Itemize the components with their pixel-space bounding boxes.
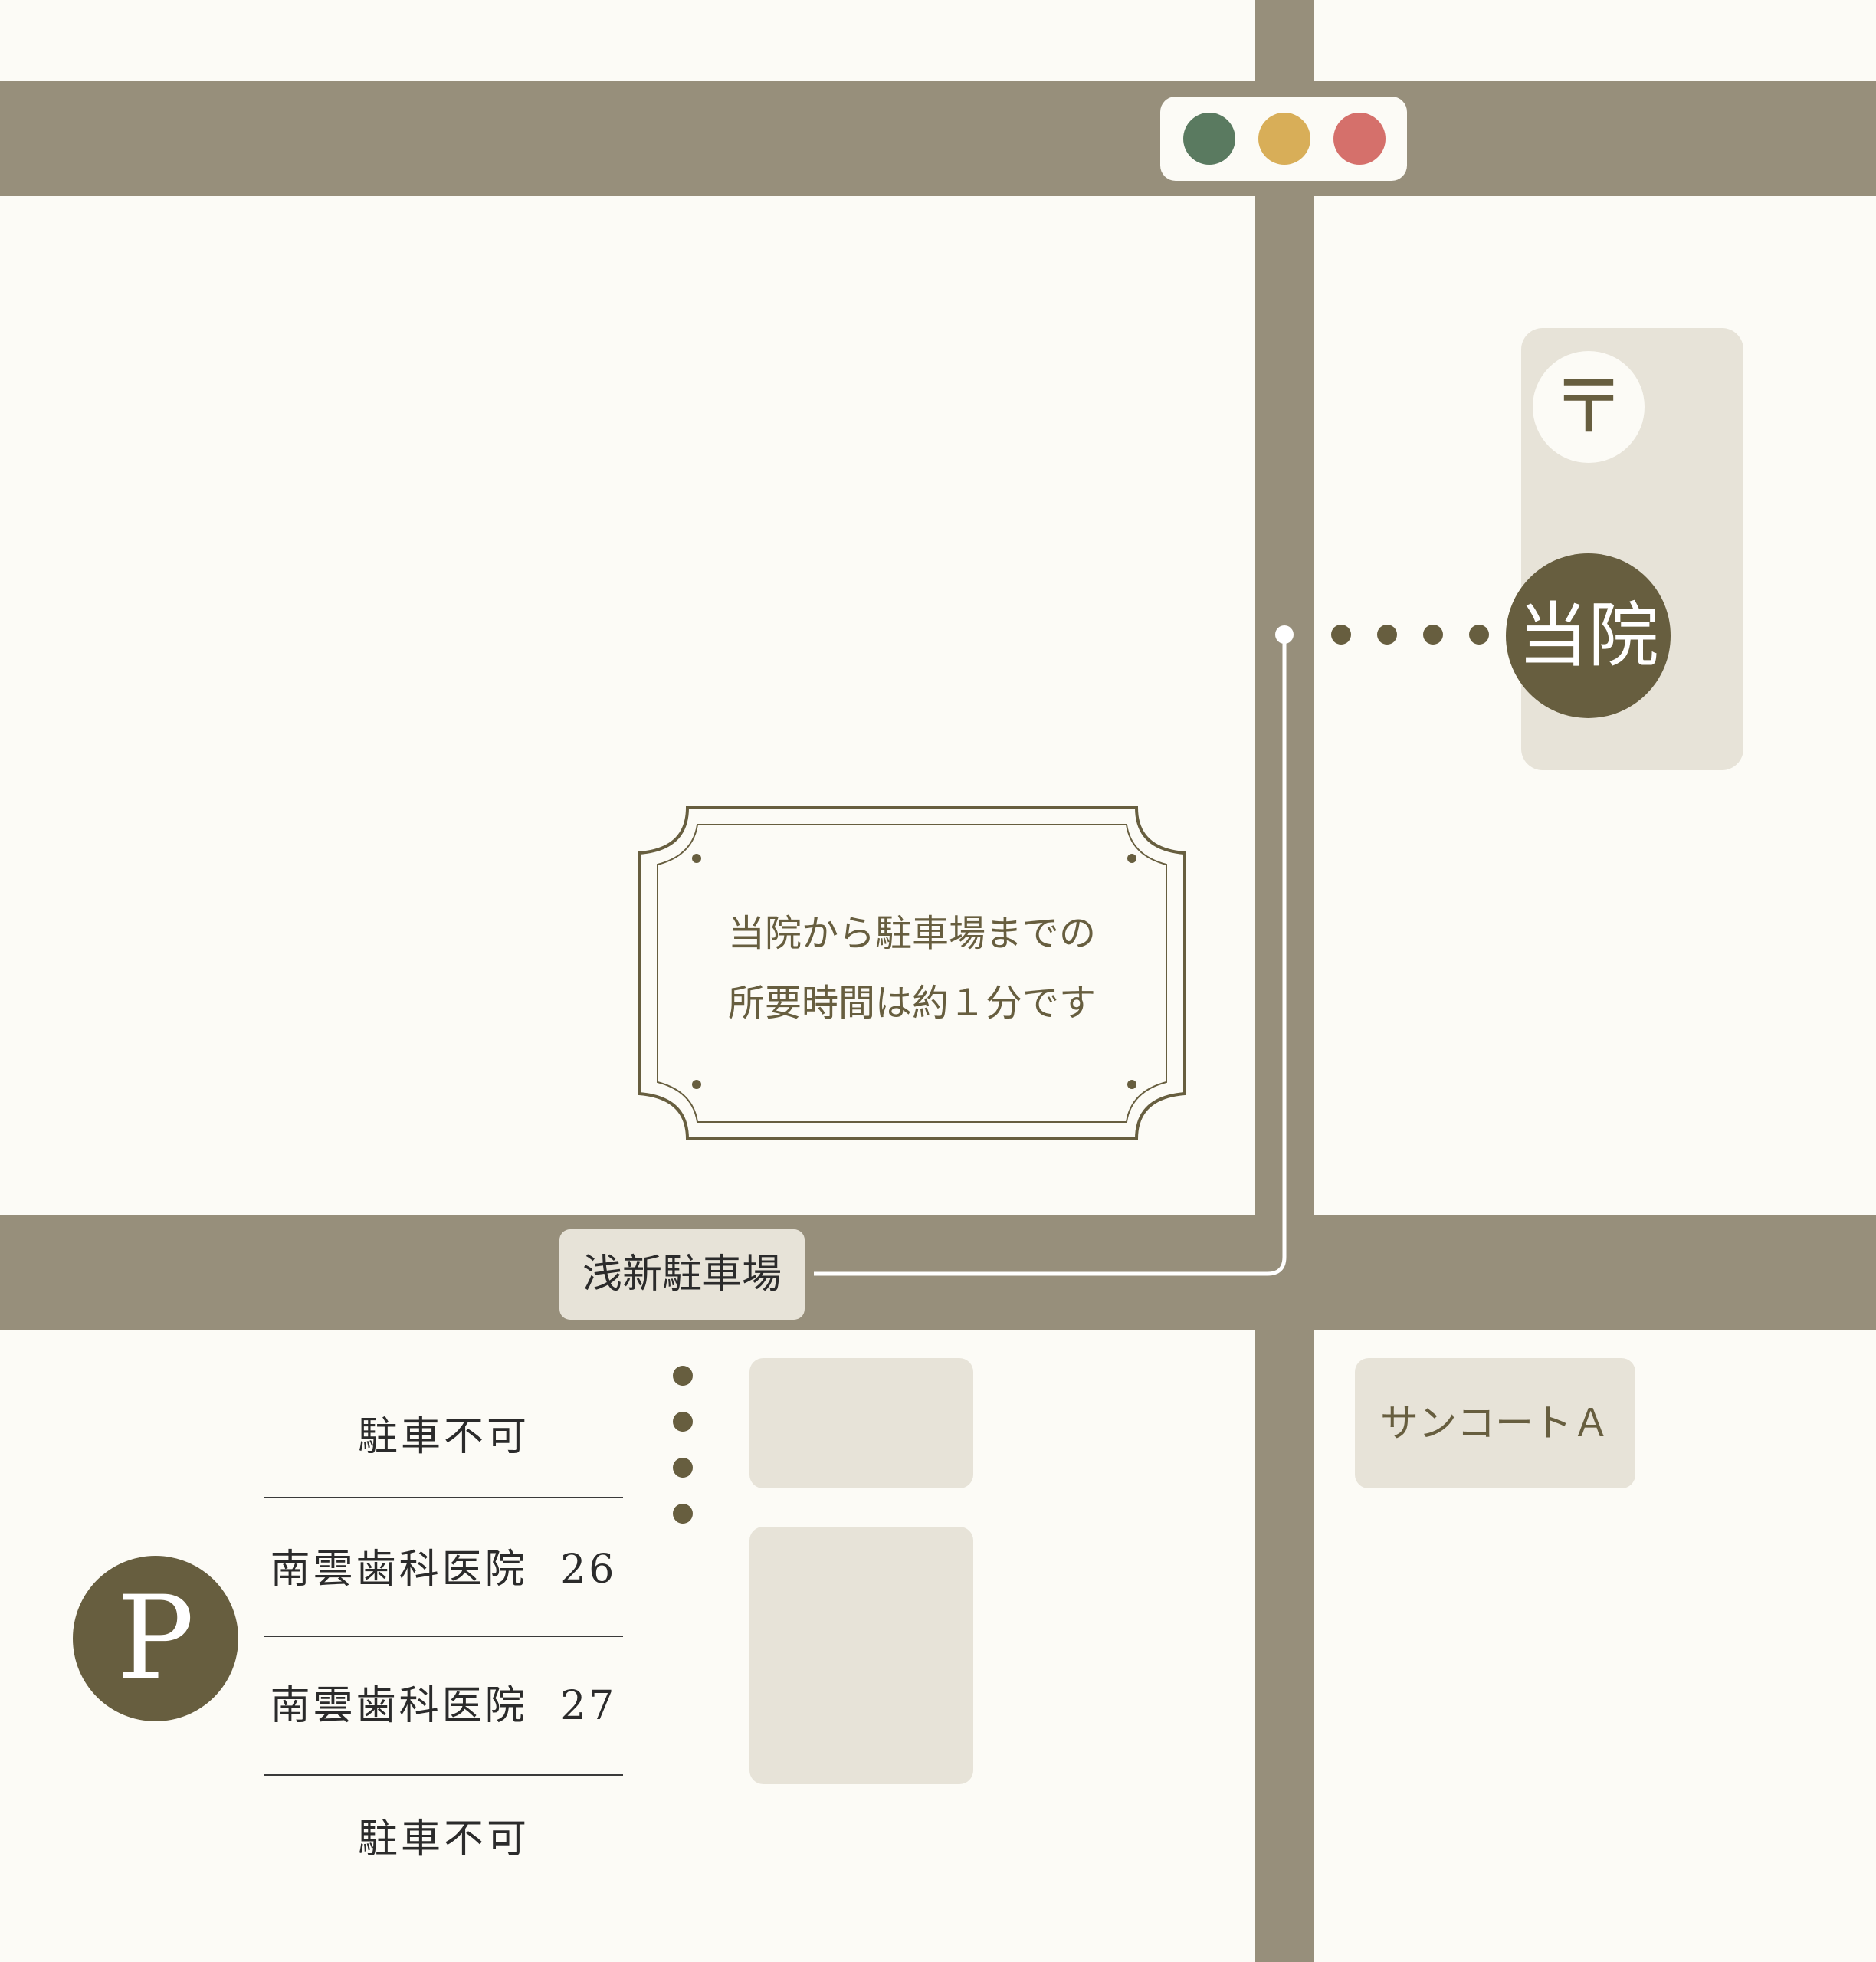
parking-slot-1: 駐車不可 [264, 1414, 623, 1460]
slot-number: 27 [560, 1683, 618, 1729]
parking-slot-4: 駐車不可 [264, 1816, 623, 1862]
notice-frame [638, 806, 1186, 1140]
parking-name: 浅新駐車場 [582, 1252, 782, 1298]
clinic-connector-dot [1423, 625, 1443, 645]
building-block [749, 1358, 973, 1488]
parking-icon: P [73, 1556, 238, 1721]
clinic-connector-dot [1377, 625, 1397, 645]
walkway-dot [673, 1366, 693, 1386]
building-name: サンコートＡ [1380, 1401, 1610, 1445]
slot-divider [264, 1636, 623, 1637]
walkway-dot [673, 1458, 693, 1478]
walkway-dot [673, 1504, 693, 1524]
parking-slot-26: 南雲歯科医院 26 [264, 1547, 623, 1593]
notice-line-2: 所要時間は約１分です [727, 982, 1096, 1025]
parking-name-label[interactable]: 浅新駐車場 [559, 1229, 805, 1320]
slot-label: 駐車不可 [357, 1816, 530, 1862]
slot-divider [264, 1774, 623, 1776]
slot-divider [264, 1497, 623, 1498]
building-sun-court[interactable]: サンコートＡ [1355, 1358, 1635, 1488]
parking-icon-letter: P [116, 1572, 195, 1705]
slot-label: 南雲歯科医院 [270, 1683, 528, 1729]
clinic-label: 当院 [1517, 595, 1659, 677]
parking-slot-27: 南雲歯科医院 27 [264, 1683, 623, 1729]
building-block [749, 1527, 973, 1784]
clinic-connector-dot [1469, 625, 1489, 645]
clinic-marker[interactable]: 当院 [1506, 553, 1671, 718]
slot-label: 南雲歯科医院 [270, 1547, 528, 1593]
slot-number: 26 [560, 1547, 618, 1593]
walkway-dot [673, 1412, 693, 1432]
clinic-connector-dot [1331, 625, 1351, 645]
slot-label: 駐車不可 [357, 1414, 530, 1460]
notice-line-1: 当院から駐車場までの [727, 912, 1096, 955]
